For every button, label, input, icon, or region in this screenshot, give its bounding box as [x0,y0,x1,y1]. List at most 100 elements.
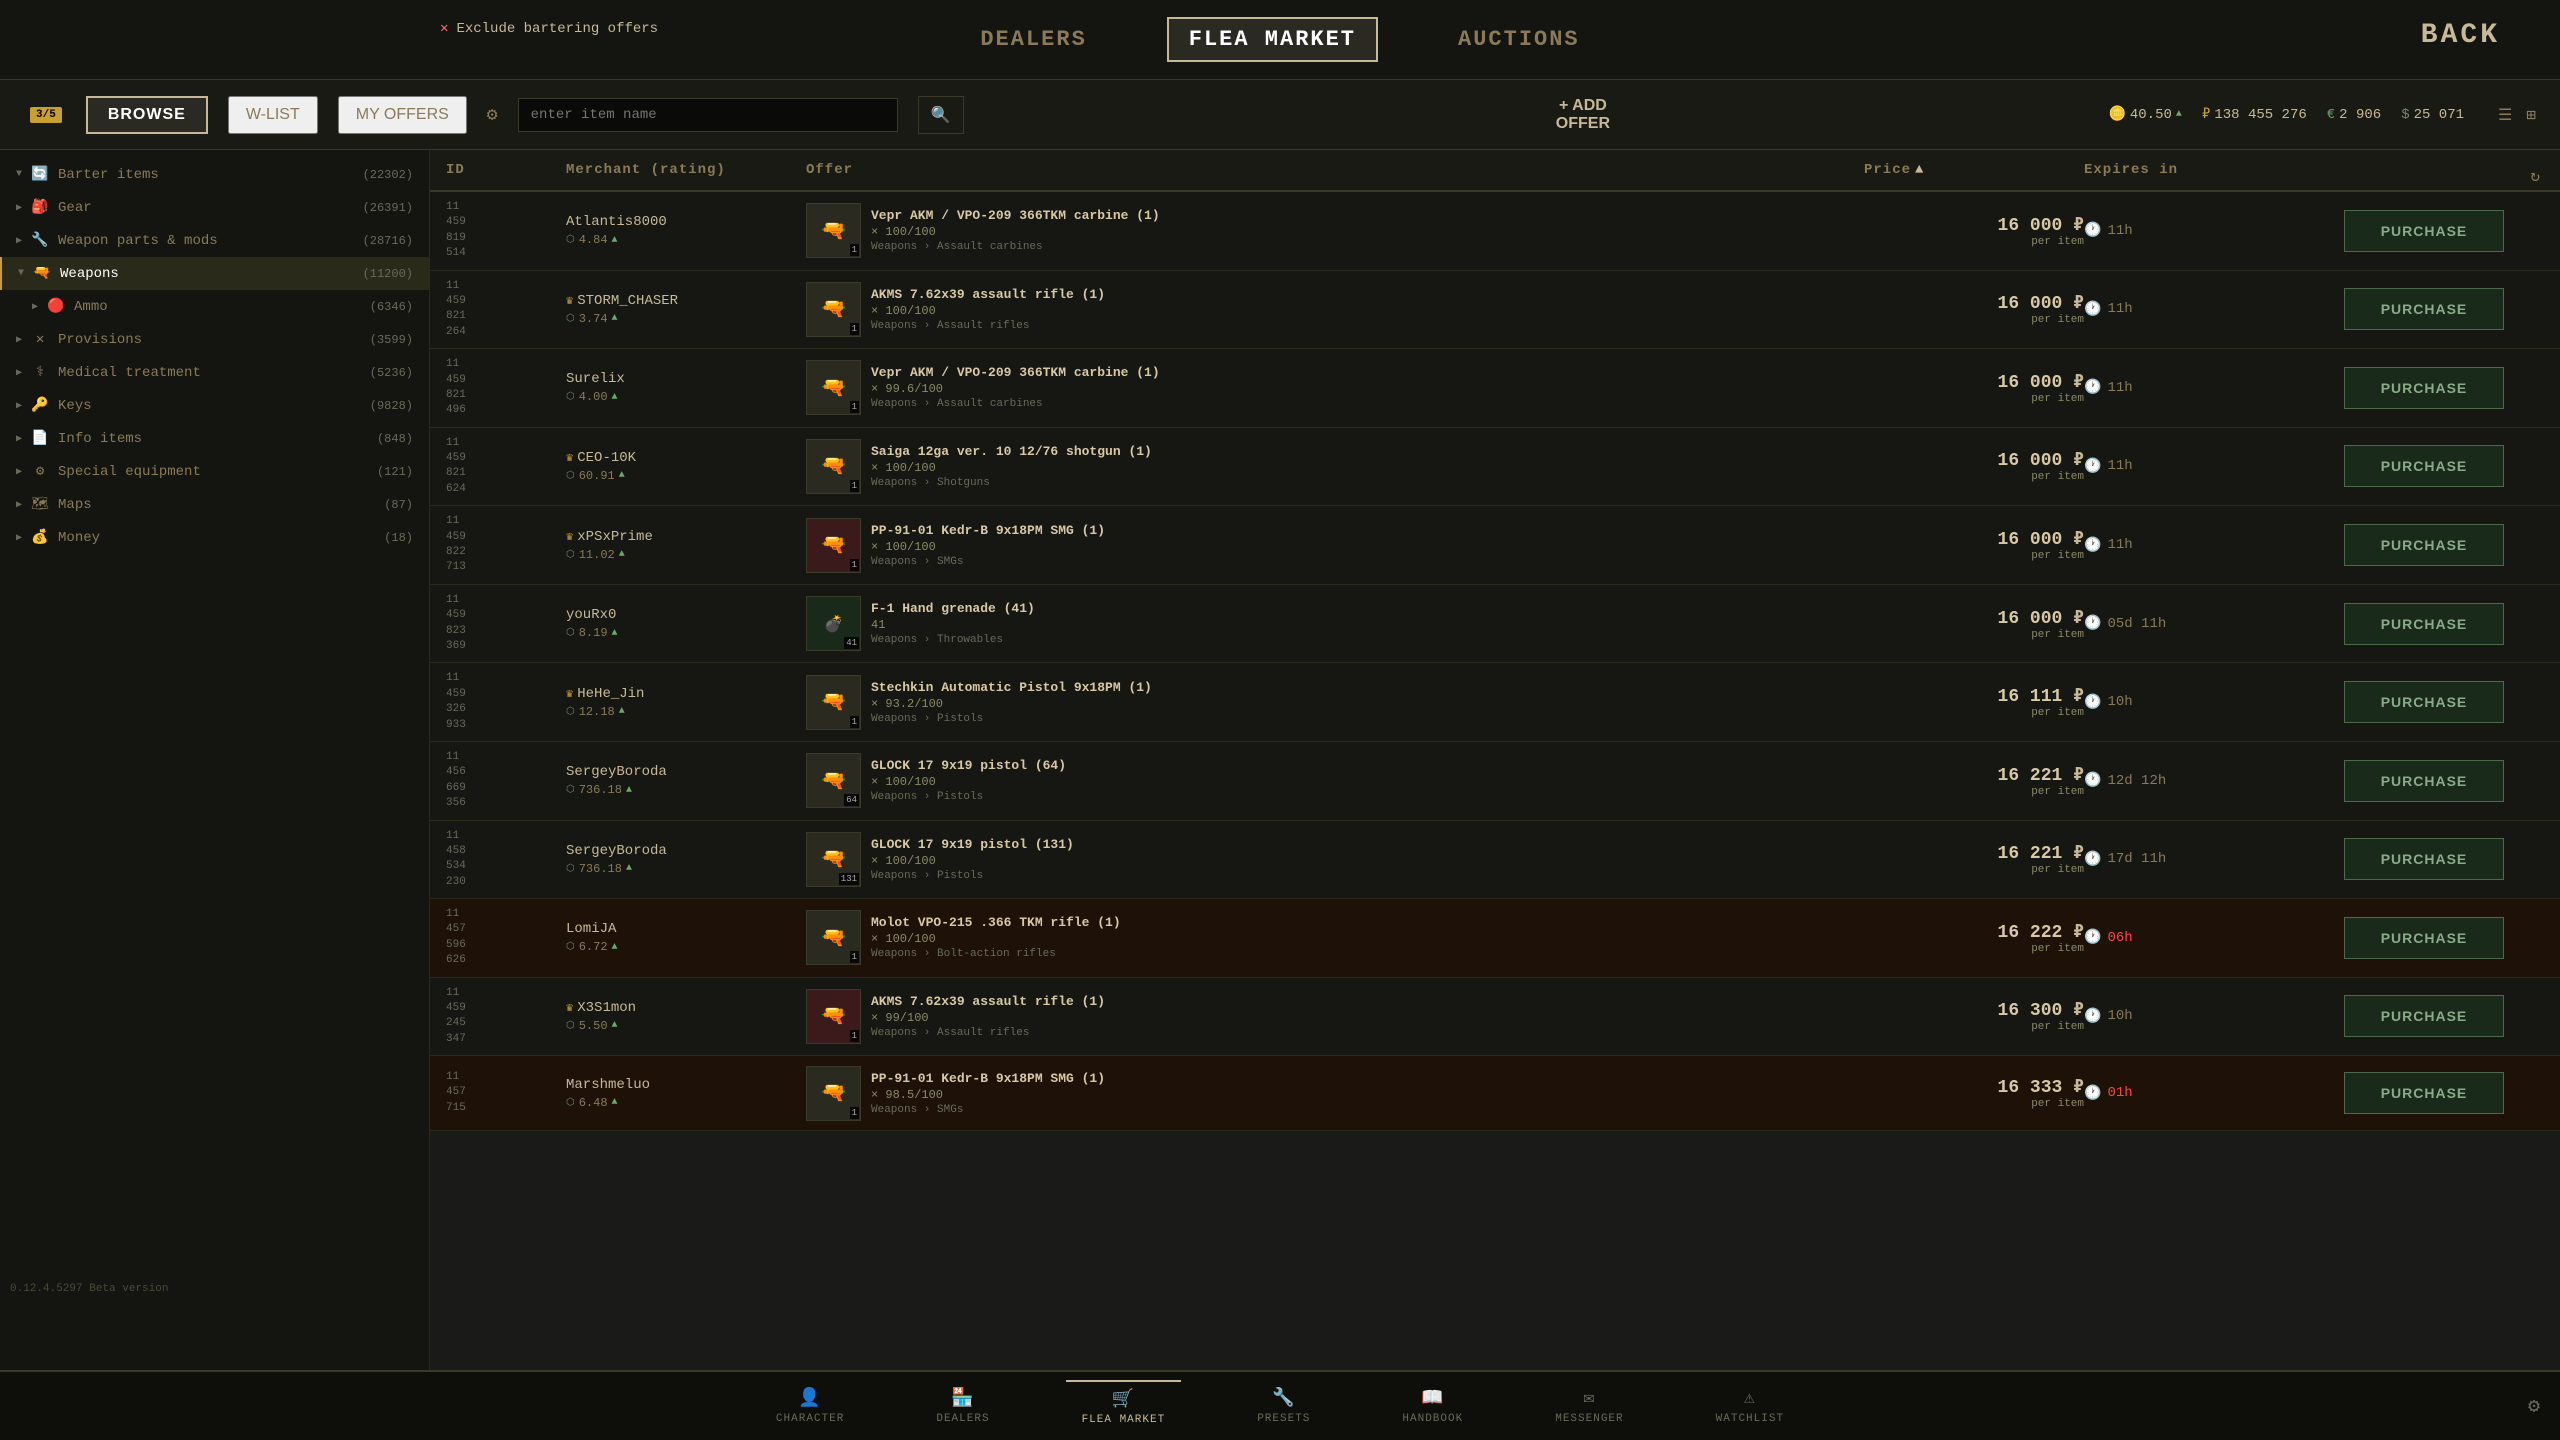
expires-cell: 🕐 11h [2084,537,2344,554]
sidebar-item-weapon-parts[interactable]: ▶ 🔧 Weapon parts & mods (28716) [0,224,429,257]
price-amount: 16 333 ₽ [1998,1076,2084,1098]
sidebar-item-ammo[interactable]: ▶ 🔴 Ammo (6346) [0,290,429,323]
offer-category: Weapons › SMGs [871,1104,1105,1116]
expires-value: 12d 12h [2107,773,2166,789]
nav-item-watchlist[interactable]: ⚠ WATCHLIST [1700,1381,1800,1431]
sidebar-count-special: (121) [377,465,413,479]
col-price[interactable]: Price ▲ [1864,162,2084,178]
purchase-button[interactable]: PURCHASE [2344,367,2504,409]
purchase-button[interactable]: PURCHASE [2344,838,2504,880]
purchase-button[interactable]: PURCHASE [2344,760,2504,802]
nav-item-messenger[interactable]: ✉ MESSENGER [1539,1381,1639,1431]
settings-icon[interactable]: ⚙ [2528,1393,2540,1419]
nav-item-dealers[interactable]: 🏪 DEALERS [920,1381,1005,1431]
merchant-cell: ♛ STORM_CHASER ⬡ 3.74 ▲ [566,293,806,326]
search-input[interactable] [518,98,898,132]
rating-value: 736.18 [579,783,622,797]
clock-icon: 🕐 [2084,615,2101,632]
offer-count: × 100/100 [871,461,1152,475]
my-offers-button[interactable]: MY OFFERS [338,96,467,134]
chevron-right-icon-2: ▶ [16,235,22,247]
purchase-button[interactable]: PURCHASE [2344,995,2504,1037]
merchant-rating: ⬡ 3.74 ▲ [566,312,806,326]
chevron-right-icon-7: ▶ [16,433,22,445]
purchase-button[interactable]: PURCHASE [2344,681,2504,723]
main-content: ID Merchant (rating) Offer Price ▲ Expir… [430,150,2560,1370]
refresh-button[interactable]: ↻ [2530,166,2540,186]
purchase-button[interactable]: PURCHASE [2344,917,2504,959]
browse-button[interactable]: BROWSE [86,96,208,134]
id-cell: 11459819514 [446,200,566,262]
table-row[interactable]: 11459822713 ♛ xPSxPrime ⬡ 11.02 ▲ 🔫1 PP-… [430,506,2560,585]
table-row[interactable]: 11459819514 Atlantis8000 ⬡ 4.84 ▲ 🔫1 Vep… [430,192,2560,271]
search-button[interactable]: 🔍 [918,96,964,134]
offer-count: × 98.5/100 [871,1088,1105,1102]
nav-item-presets[interactable]: 🔧 PRESETS [1241,1381,1326,1431]
sidebar-item-provisions[interactable]: ▶ ✕ Provisions (3599) [0,323,429,356]
close-icon[interactable]: ✕ [440,20,448,37]
table-row[interactable]: 11459821624 ♛ CEO-10K ⬡ 60.91 ▲ 🔫1 Saiga… [430,428,2560,507]
sidebar-item-gear[interactable]: ▶ 🎒 Gear (26391) [0,191,429,224]
sidebar-item-medical[interactable]: ▶ ⚕ Medical treatment (5236) [0,356,429,389]
tab-dealers[interactable]: DEALERS [960,19,1106,60]
table-row[interactable]: 11459821264 ♛ STORM_CHASER ⬡ 3.74 ▲ 🔫1 A… [430,271,2560,350]
table-row[interactable]: 11457715 Marshmeluo ⬡ 6.48 ▲ 🔫1 PP-91-01… [430,1056,2560,1131]
sidebar-item-info[interactable]: ▶ 📄 Info items (848) [0,422,429,455]
gear-icon[interactable]: ⚙ [487,104,498,126]
nav-item-flea-market[interactable]: 🛒 FLEA MARKET [1066,1380,1182,1432]
sidebar-item-barter[interactable]: ▼ 🔄 Barter items (22302) [0,158,429,191]
sidebar: ▼ 🔄 Barter items (22302) ▶ 🎒 Gear (26391… [0,150,430,1370]
sidebar-item-weapons[interactable]: ▼ 🔫 Weapons (11200) [0,257,429,290]
chevron-right-icon-3: ▶ [32,301,38,313]
rating-value: 4.00 [579,390,608,404]
table-row[interactable]: 11457596626 LomiJA ⬡ 6.72 ▲ 🔫1 Molot VPO… [430,899,2560,978]
wlist-button[interactable]: W-LIST [228,96,318,134]
merchant-rating: ⬡ 8.19 ▲ [566,626,806,640]
tab-auctions[interactable]: AUCTIONS [1438,19,1600,60]
purchase-button[interactable]: PURCHASE [2344,1072,2504,1114]
purchase-button[interactable]: PURCHASE [2344,603,2504,645]
table-row[interactable]: 11456669356 SergeyBoroda ⬡ 736.18 ▲ 🔫64 … [430,742,2560,821]
offer-category: Weapons › SMGs [871,556,1105,568]
sidebar-item-special[interactable]: ▶ ⚙ Special equipment (121) [0,455,429,488]
nav-item-character[interactable]: 👤 CHARACTER [760,1381,860,1431]
exclude-barter-toggle[interactable]: ✕ Exclude bartering offers [440,20,658,37]
price-amount: 16 221 ₽ [1998,842,2084,864]
price-amount: 16 000 ₽ [1998,528,2084,550]
offer-cell: 🔫1 PP-91-01 Kedr-B 9x18PM SMG (1) × 100/… [806,518,1864,573]
list-view-button[interactable]: ☰ [2494,101,2516,129]
purchase-button[interactable]: PURCHASE [2344,288,2504,330]
table-row[interactable]: 11459823369 youRx0 ⬡ 8.19 ▲ 💣41 F-1 Hand… [430,585,2560,664]
table-row[interactable]: 11458534230 SergeyBoroda ⬡ 736.18 ▲ 🔫131… [430,821,2560,900]
add-offer-button[interactable]: + ADD OFFER [1556,97,1610,133]
id-cell: 11459821624 [446,436,566,498]
offer-name: Vepr AKM / VPO-209 366TKM carbine (1) [871,208,1160,223]
watchlist-icon: ⚠ [1744,1387,1756,1409]
toolbar: 3/5 BROWSE W-LIST MY OFFERS ⚙ 🔍 + ADD OF… [0,80,2560,150]
merchant-rating: ⬡ 6.72 ▲ [566,940,806,954]
purchase-button[interactable]: PURCHASE [2344,524,2504,566]
ammo-icon: 🔴 [46,298,66,315]
offer-category: Weapons › Pistols [871,870,1074,882]
purchase-button[interactable]: PURCHASE [2344,445,2504,487]
sidebar-item-keys[interactable]: ▶ 🔑 Keys (9828) [0,389,429,422]
nav-item-handbook[interactable]: 📖 HANDBOOK [1386,1381,1479,1431]
sidebar-item-maps[interactable]: ▶ 🗺 Maps (87) [0,488,429,521]
purchase-button[interactable]: PURCHASE [2344,210,2504,252]
price-cell: 16 221 ₽ per item [1864,842,2084,876]
offer-info: AKMS 7.62x39 assault rifle (1) × 99/100 … [871,994,1105,1039]
price-cell: 16 000 ₽ per item [1864,607,2084,641]
eur-currency: € 2 906 [2327,107,2381,123]
tab-flea-market[interactable]: FLEA MARKET [1167,17,1378,62]
grid-view-button[interactable]: ⊞ [2522,101,2540,129]
sidebar-label-provisions: Provisions [58,332,142,348]
table-row[interactable]: 11459245347 ♛ X3S1mon ⬡ 5.50 ▲ 🔫1 AKMS 7… [430,978,2560,1057]
table-row[interactable]: 11459326933 ♛ HeHe_Jin ⬡ 12.18 ▲ 🔫1 Stec… [430,663,2560,742]
price-label: Price [1864,162,1911,178]
sidebar-item-money[interactable]: ▶ 💰 Money (18) [0,521,429,554]
offer-category: Weapons › Bolt-action rifles [871,948,1121,960]
table-row[interactable]: 11459821496 Surelix ⬡ 4.00 ▲ 🔫1 Vepr AKM… [430,349,2560,428]
back-button[interactable]: BACK [2421,20,2500,51]
offer-count: × 100/100 [871,540,1105,554]
offer-count: 41 [871,618,1035,632]
